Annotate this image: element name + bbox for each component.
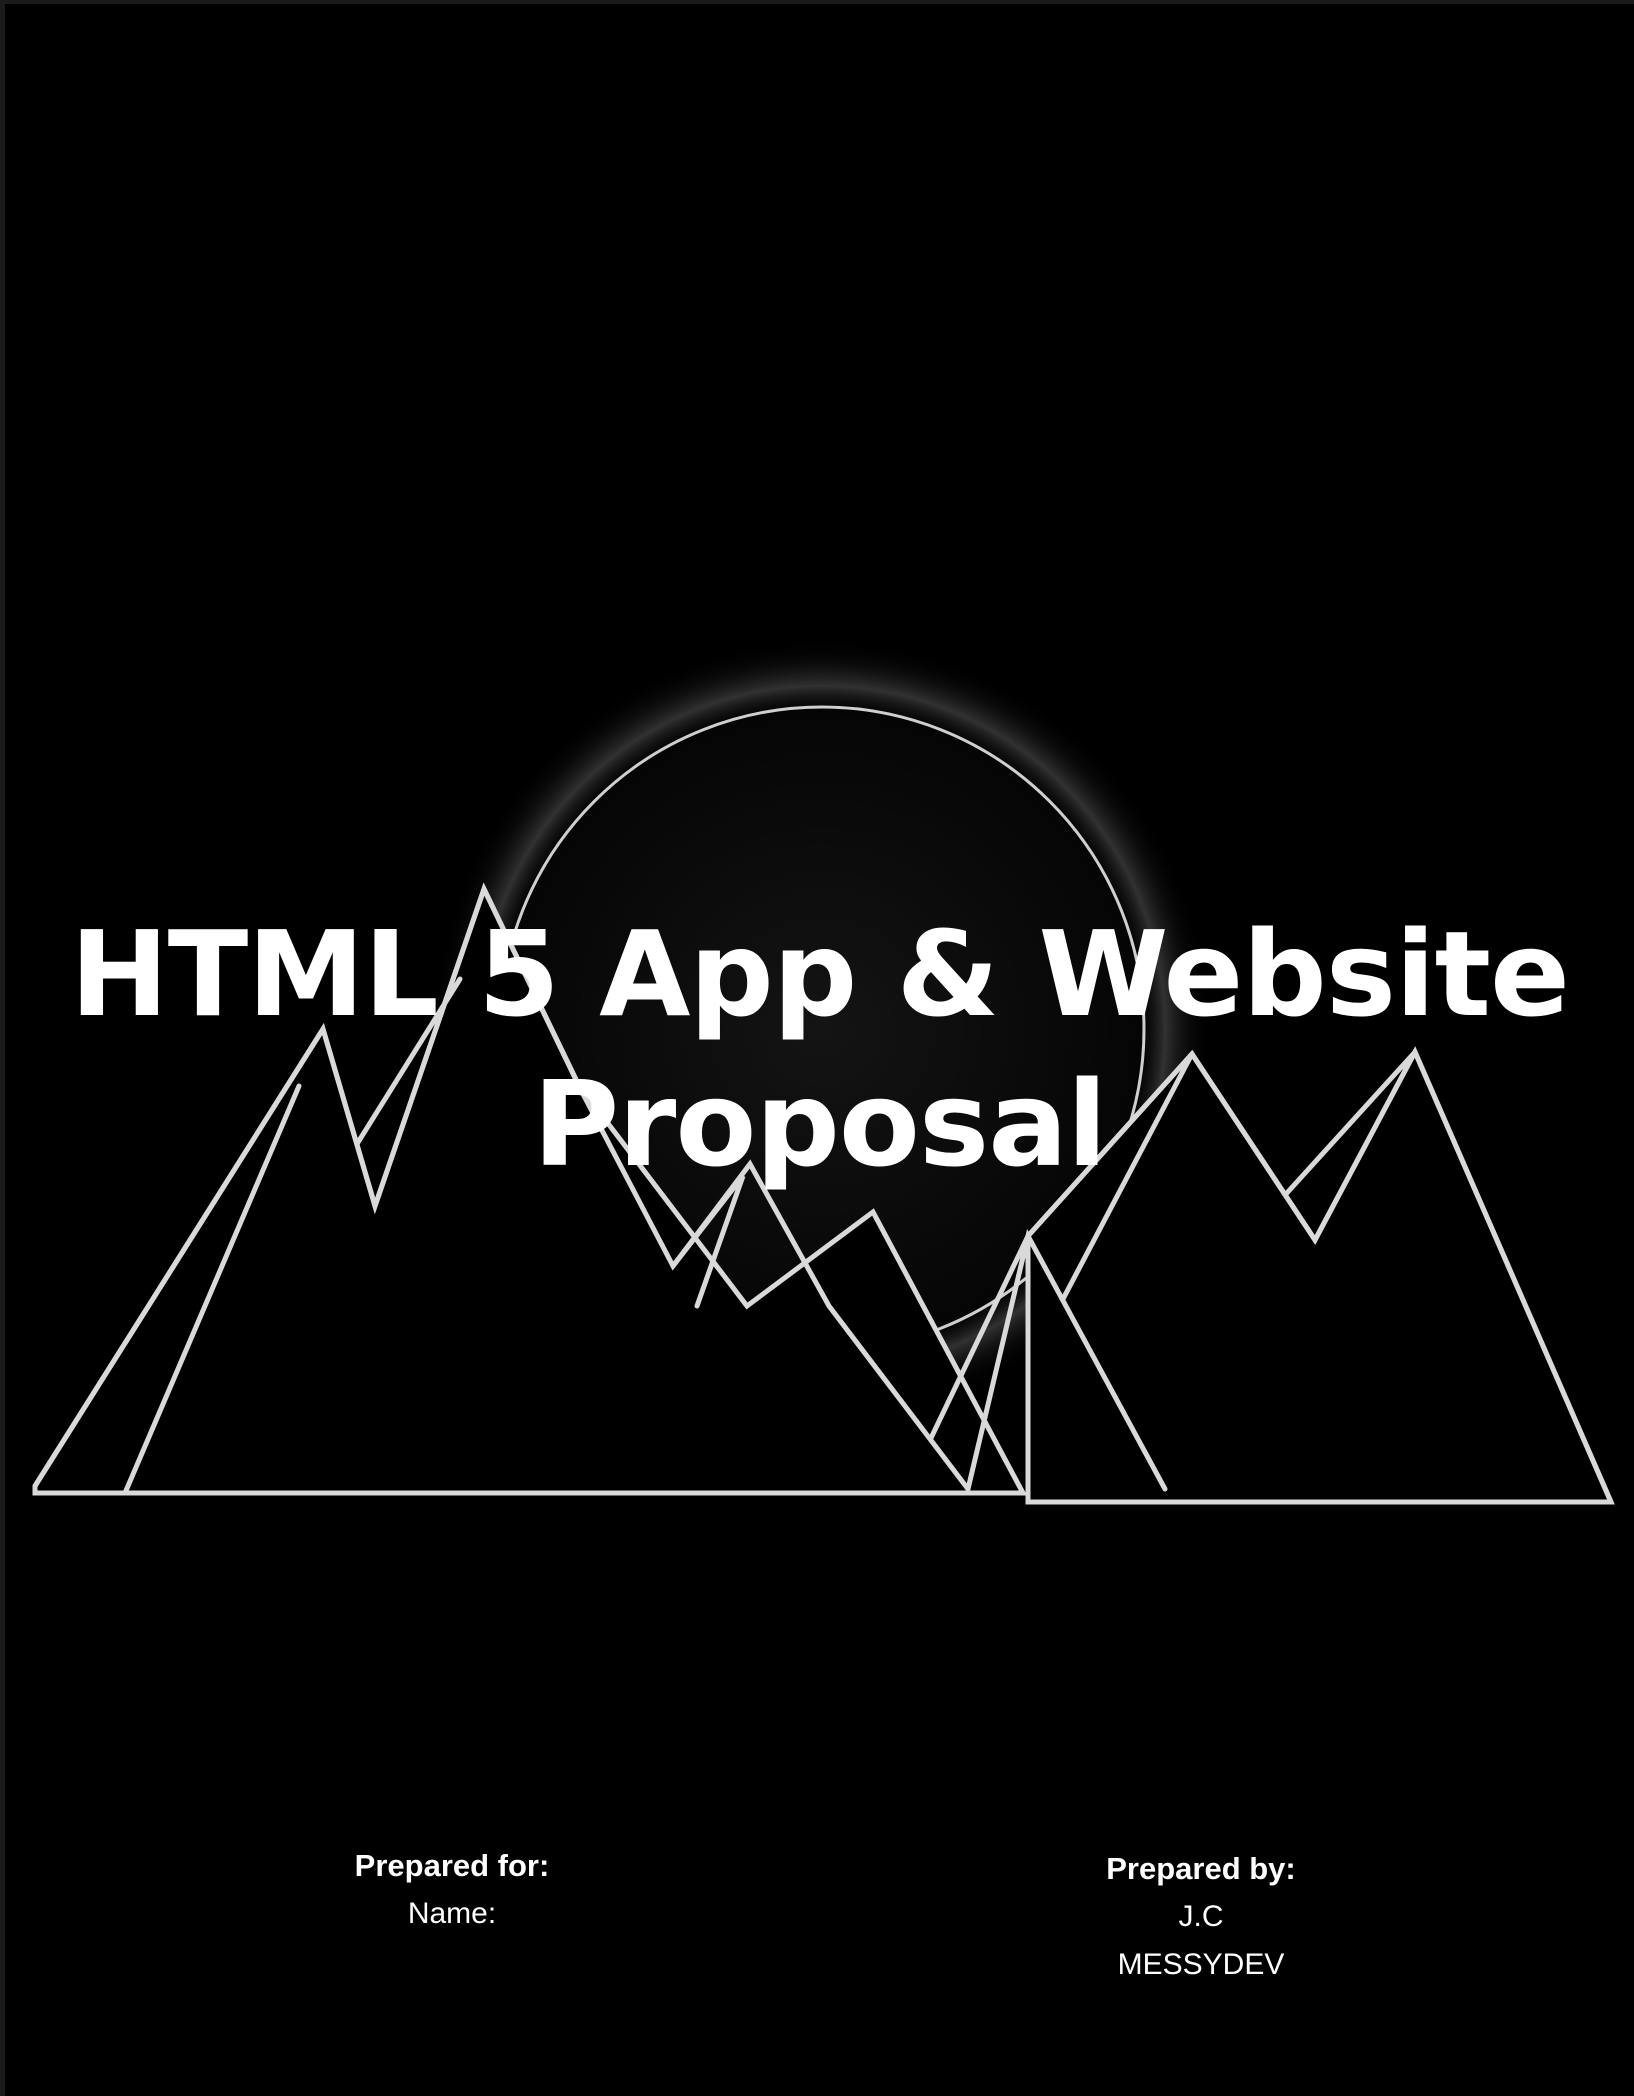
proposal-cover-page: HTML 5 App & Website Proposal Prepared f… (5, 4, 1634, 2096)
title-line-2: Proposal (532, 1055, 1108, 1193)
document-title: HTML 5 App & Website Proposal (5, 899, 1634, 1199)
prepared-by-label: Prepared by: (1106, 1851, 1296, 1886)
prepared-by-block: Prepared by: J.C MESSYDEV (1001, 1845, 1401, 1989)
prepared-for-label: Prepared for: (354, 1848, 550, 1883)
prepared-by-line-1: J.C (1178, 1900, 1224, 1933)
prepared-for-name: Name: (407, 1897, 497, 1930)
title-line-1: HTML 5 App & Website (69, 905, 1570, 1043)
prepared-for-block: Prepared for: Name: (252, 1842, 652, 1938)
prepared-by-line-2: MESSYDEV (1117, 1948, 1285, 1981)
